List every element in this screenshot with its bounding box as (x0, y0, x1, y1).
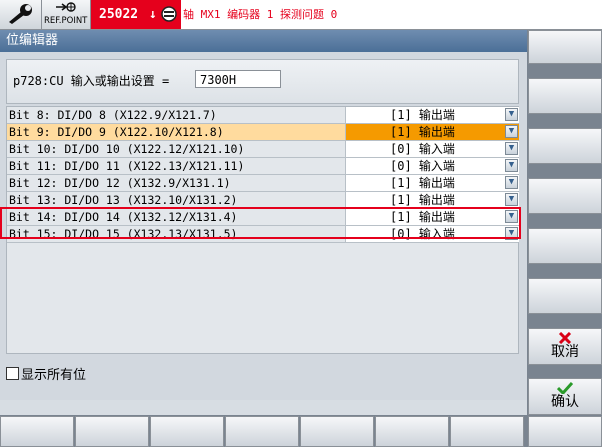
show-all-bits[interactable]: 显示所有位 (6, 364, 86, 383)
cancel-label: 取消 (551, 344, 579, 360)
bit-value: [1] 输出端 (390, 125, 455, 139)
alarm-line[interactable]: 25022 ↓ 轴 MX1 编码器 1 探测问题 0 (91, 0, 602, 29)
check-icon (557, 382, 573, 394)
hsk-6[interactable] (375, 416, 449, 447)
hsk-4[interactable] (225, 416, 299, 447)
parameter-panel: p728:CU 输入或输出设置 = 7300H (6, 59, 519, 104)
show-all-label: 显示所有位 (21, 368, 87, 383)
bit-label: Bit 12: DI/DO 12 (X132.9/X131.1) (9, 176, 231, 190)
list-item[interactable]: Bit 8: DI/DO 8 (X122.9/X121.7) [1] 输出端 ▼ (7, 107, 519, 124)
ref-point-button[interactable]: REF.POINT (42, 0, 91, 29)
bit-label: Bit 11: DI/DO 11 (X122.13/X121.11) (9, 159, 245, 173)
dialog-title: 位编辑器 (0, 30, 527, 52)
chevron-down-icon[interactable]: ▼ (505, 142, 518, 155)
bit-select[interactable]: [0] 输入端 ▼ (345, 158, 519, 174)
wrench-icon (9, 4, 32, 24)
hsk-1[interactable] (0, 416, 74, 447)
chevron-down-icon[interactable]: ▼ (505, 176, 518, 189)
top-bar: REF.POINT 25022 ↓ 轴 MX1 编码器 1 探测问题 0 (0, 0, 602, 30)
softkey-6[interactable] (528, 278, 602, 314)
bit-value: [1] 输出端 (390, 193, 455, 207)
bit-label: Bit 10: DI/DO 10 (X122.12/X121.10) (9, 142, 245, 156)
bit-value: [1] 输出端 (390, 108, 455, 122)
vertical-softkey-bar: 取消 确认 (527, 30, 602, 415)
param-value-field[interactable]: 7300H (195, 70, 281, 88)
bit-select[interactable]: [1] 输出端 ▼ (345, 192, 519, 208)
chevron-down-icon[interactable]: ▼ (505, 125, 518, 138)
chevron-down-icon[interactable]: ▼ (505, 193, 518, 206)
close-icon (558, 332, 572, 344)
bit-value: [1] 输出端 (390, 176, 455, 190)
list-item[interactable]: Bit 10: DI/DO 10 (X122.12/X121.10) [0] 输… (7, 141, 519, 158)
bit-select[interactable]: [1] 输出端 ▼ (345, 175, 519, 191)
ref-point-label: REF.POINT (44, 16, 88, 26)
cancel-button[interactable]: 取消 (528, 328, 602, 365)
chevron-down-icon[interactable]: ▼ (505, 159, 518, 172)
chevron-down-icon[interactable]: ▼ (505, 108, 518, 121)
bit-label: Bit 8: DI/DO 8 (X122.9/X121.7) (9, 108, 217, 122)
alarm-text: 轴 MX1 编码器 1 探测问题 0 (183, 8, 338, 21)
alarm-symbol-icon (161, 6, 177, 22)
bit-select[interactable]: [1] 输出端 ▼ (345, 124, 519, 140)
softkey-3[interactable] (528, 128, 602, 164)
hsk-7[interactable] (450, 416, 524, 447)
bit-value: [0] 输入端 (390, 159, 455, 173)
ok-button[interactable]: 确认 (528, 378, 602, 415)
arrow-down-icon: ↓ (148, 7, 157, 22)
param-label: p728:CU 输入或输出设置 = (13, 74, 170, 88)
hsk-2[interactable] (75, 416, 149, 447)
hsk-5[interactable] (300, 416, 374, 447)
wrench-button[interactable] (0, 0, 42, 29)
softkey-5[interactable] (528, 228, 602, 264)
softkey-2[interactable] (528, 78, 602, 114)
list-item[interactable]: Bit 12: DI/DO 12 (X132.9/X131.1) [1] 输出端… (7, 175, 519, 192)
highlight-box (0, 207, 521, 239)
alarm-code: 25022 ↓ (91, 0, 181, 29)
bit-select[interactable]: [1] 输出端 ▼ (345, 107, 519, 123)
list-item[interactable]: Bit 9: DI/DO 9 (X122.10/X121.8) [1] 输出端 … (7, 124, 519, 141)
softkey-1[interactable] (528, 30, 602, 64)
hsk-3[interactable] (150, 416, 224, 447)
ok-label: 确认 (551, 394, 579, 410)
softkey-4[interactable] (528, 178, 602, 214)
checkbox[interactable] (6, 367, 19, 380)
list-item[interactable]: Bit 11: DI/DO 11 (X122.13/X121.11) [0] 输… (7, 158, 519, 175)
horizontal-softkey-bar (0, 415, 602, 447)
bit-editor-dialog: 位编辑器 p728:CU 输入或输出设置 = 7300H Bit 8: DI/D… (0, 30, 527, 400)
ref-point-icon (56, 2, 76, 12)
bit-label: Bit 9: DI/DO 9 (X122.10/X121.8) (9, 125, 224, 139)
alarm-code-text: 25022 (99, 7, 139, 22)
hsk-8[interactable] (528, 416, 602, 447)
bit-label: Bit 13: DI/DO 13 (X132.10/X131.2) (9, 193, 238, 207)
bit-select[interactable]: [0] 输入端 ▼ (345, 141, 519, 157)
bit-value: [0] 输入端 (390, 142, 455, 156)
